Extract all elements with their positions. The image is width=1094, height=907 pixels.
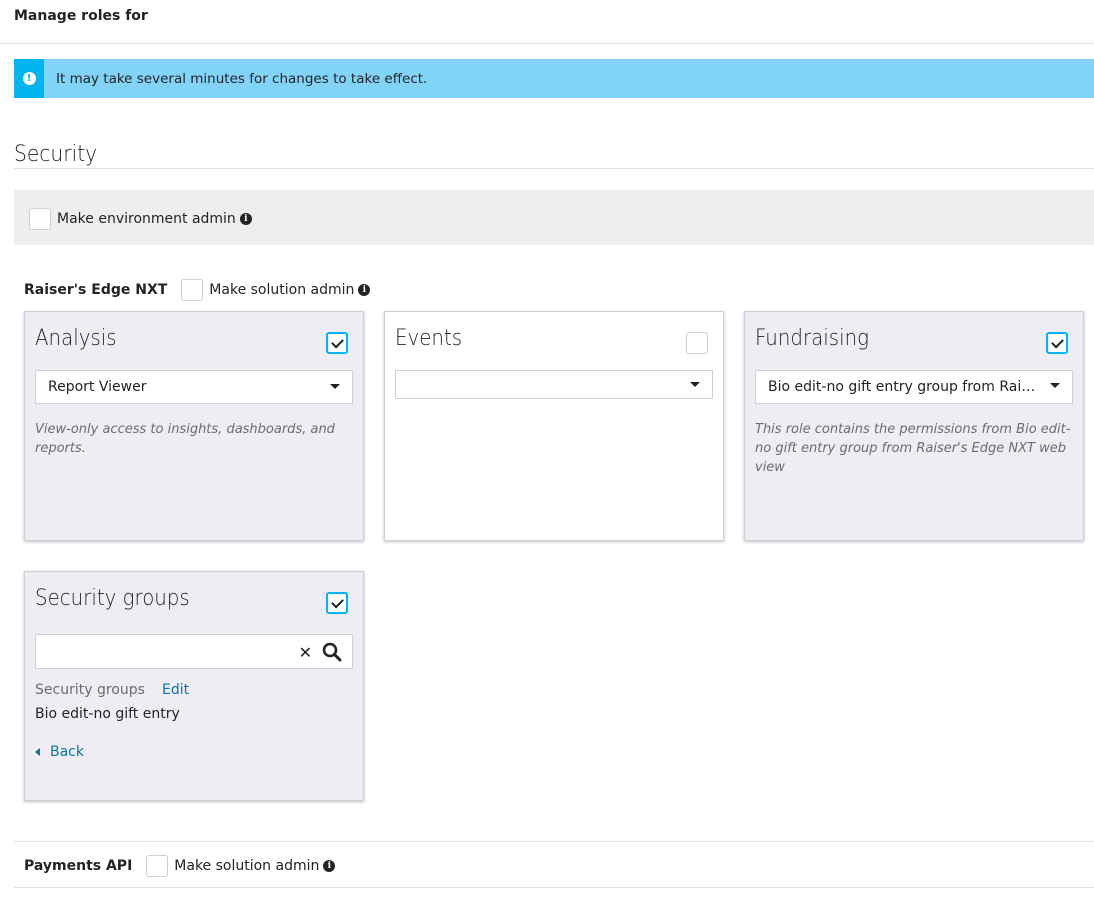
header-divider: [0, 43, 1094, 44]
selected-security-group: Bio edit-no gift entry: [35, 706, 180, 722]
card-title: Events: [395, 326, 463, 351]
role-select[interactable]: Bio edit-no gift entry group from Raiser…: [755, 370, 1073, 404]
role-card-fundraising: Fundraising Bio edit-no gift entry group…: [744, 311, 1084, 541]
solution-admin-checkbox[interactable]: [181, 279, 204, 301]
role-card-security-groups: Security groups ✕ Security groups Edit B…: [24, 571, 364, 801]
card-title: Fundraising: [755, 326, 870, 351]
solution-name: Raiser's Edge NXT: [24, 282, 168, 298]
environment-admin-panel: Make environment admin i: [14, 190, 1094, 245]
info-alert: ! It may take several minutes for change…: [14, 59, 1094, 98]
environment-admin-label: Make environment admin: [57, 211, 236, 227]
security-groups-label: Security groups: [35, 682, 145, 698]
security-groups-search-input[interactable]: ✕: [35, 634, 353, 669]
caret-down-icon: [330, 384, 340, 389]
role-card-events: Events: [384, 311, 724, 541]
role-select[interactable]: [395, 370, 713, 399]
info-icon[interactable]: i: [358, 284, 371, 296]
environment-admin-checkbox[interactable]: [29, 208, 51, 230]
section-title-security: Security: [14, 142, 98, 167]
card-checkbox[interactable]: [326, 592, 348, 614]
divider: [14, 841, 1094, 842]
clear-icon[interactable]: ✕: [299, 643, 312, 662]
page-title: Manage roles for: [14, 8, 148, 24]
role-select-value: Bio edit-no gift entry group from Raiser…: [768, 379, 1072, 395]
divider: [14, 887, 1094, 888]
info-icon[interactable]: i: [239, 213, 252, 225]
role-select-value: Report Viewer: [48, 379, 147, 395]
solution-admin-label: Make solution admin: [174, 858, 320, 874]
exclamation-icon: !: [22, 72, 36, 85]
role-select[interactable]: Report Viewer: [35, 370, 353, 404]
back-label: Back: [50, 744, 84, 760]
payments-api-header: Payments API Make solution admin i: [24, 855, 336, 877]
back-link[interactable]: Back: [35, 744, 84, 760]
caret-down-icon: [690, 382, 700, 387]
role-description: This role contains the permissions from …: [755, 422, 1071, 475]
card-title: Analysis: [35, 326, 117, 351]
search-icon[interactable]: [322, 642, 342, 662]
card-checkbox[interactable]: [686, 332, 708, 354]
caret-left-icon: [35, 748, 40, 756]
info-icon[interactable]: i: [323, 860, 336, 872]
raisers-edge-header: Raiser's Edge NXT Make solution admin i: [24, 279, 371, 301]
caret-down-icon: [1050, 383, 1060, 388]
alert-icon-bar: !: [14, 59, 44, 98]
solution-admin-checkbox[interactable]: [146, 855, 169, 877]
solution-admin-label: Make solution admin: [209, 282, 355, 298]
card-checkbox[interactable]: [326, 332, 348, 354]
role-card-analysis: Analysis Report Viewer View-only access …: [24, 311, 364, 541]
card-title: Security groups: [35, 586, 190, 611]
role-description: View-only access to insights, dashboards…: [35, 422, 335, 456]
edit-link[interactable]: Edit: [162, 682, 189, 698]
card-checkbox[interactable]: [1046, 332, 1068, 354]
alert-message: It may take several minutes for changes …: [56, 70, 428, 87]
solution-name: Payments API: [24, 858, 133, 874]
section-divider: [14, 168, 1094, 169]
